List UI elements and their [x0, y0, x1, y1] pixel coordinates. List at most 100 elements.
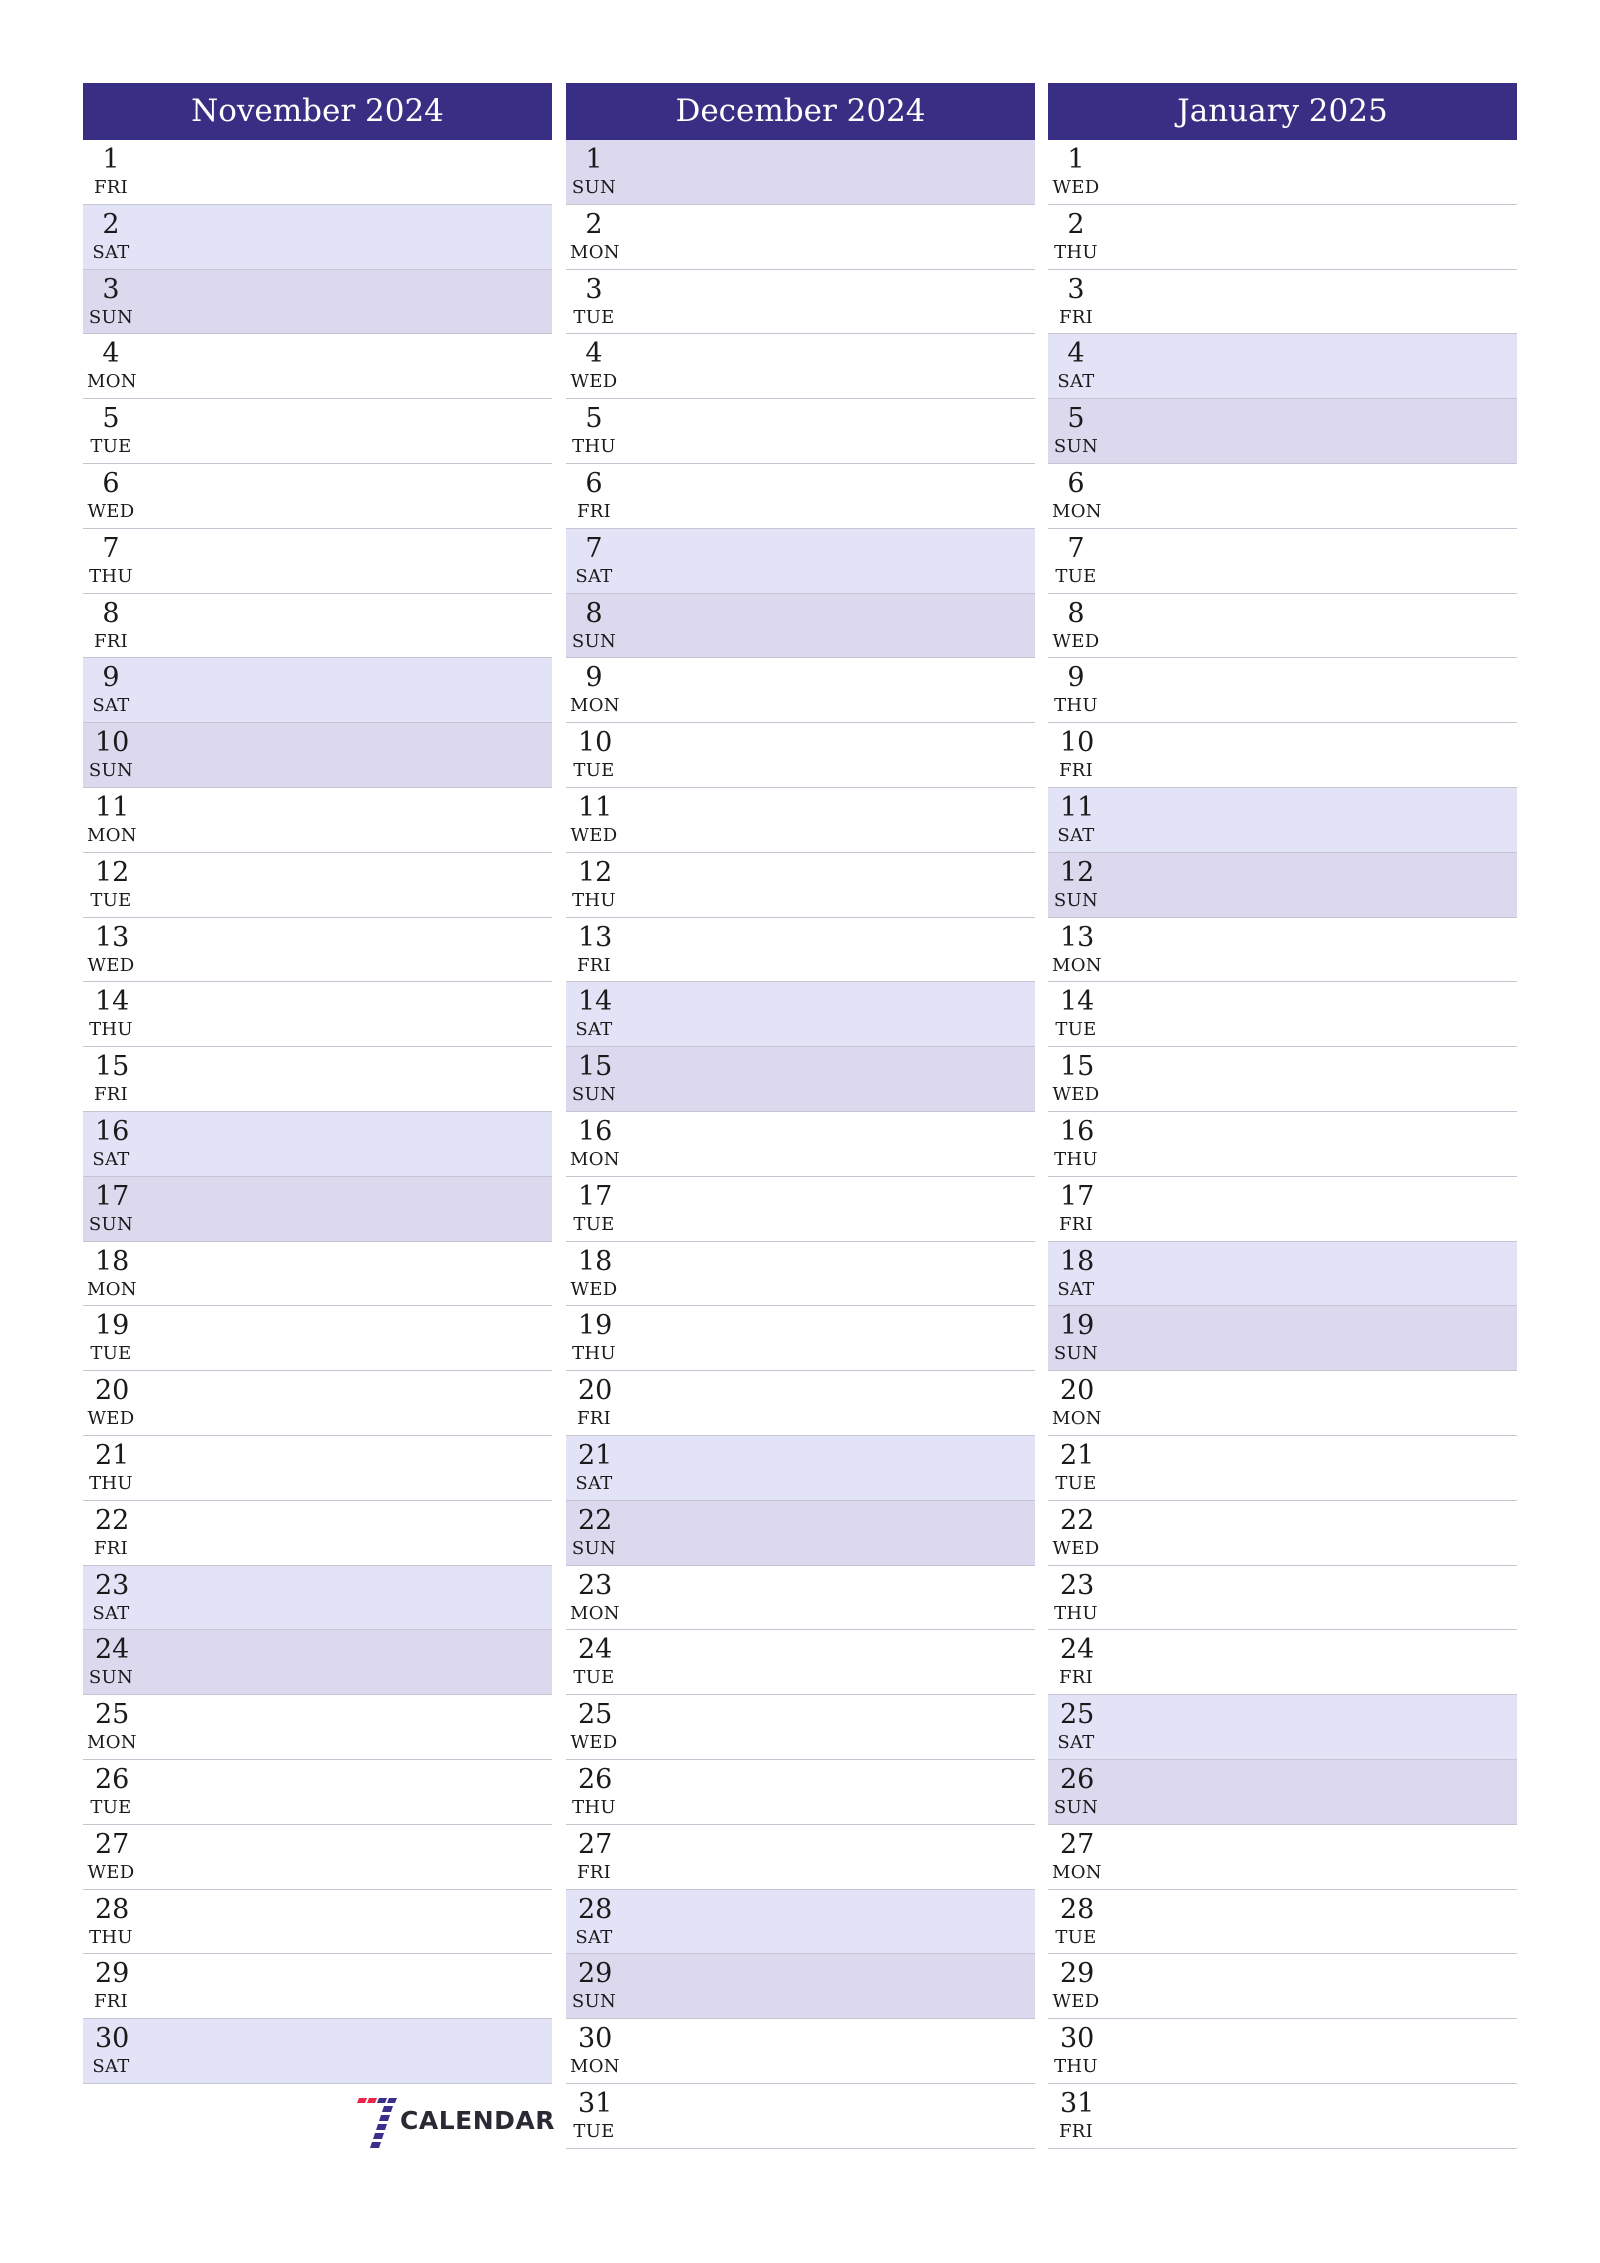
day-row[interactable]: 22 WED — [1048, 1501, 1517, 1566]
day-row[interactable]: 5 SUN — [1048, 399, 1517, 464]
day-row[interactable]: 16 MON — [566, 1112, 1035, 1177]
day-row[interactable]: 4 MON — [83, 334, 552, 400]
day-row[interactable]: 5 THU — [566, 399, 1035, 464]
day-row[interactable]: 8 SUN — [566, 593, 1035, 659]
day-row[interactable]: 11 WED — [566, 788, 1035, 853]
day-row[interactable]: 18 WED — [566, 1242, 1035, 1307]
day-row[interactable]: 25 MON — [83, 1695, 552, 1760]
day-row[interactable]: 2 MON — [566, 205, 1035, 270]
day-row[interactable]: 1 SUN — [566, 140, 1035, 205]
day-row[interactable]: 12 SUN — [1048, 852, 1517, 918]
day-row[interactable]: 18 SAT — [1048, 1241, 1517, 1307]
day-row[interactable]: 13 WED — [83, 918, 552, 983]
day-row[interactable]: 14 SAT — [566, 982, 1035, 1048]
day-row[interactable]: 22 SUN — [566, 1500, 1035, 1566]
day-row[interactable]: 29 FRI — [83, 1954, 552, 2020]
day-number: 13 — [578, 921, 613, 953]
day-row[interactable]: 8 FRI — [83, 594, 552, 659]
day-row[interactable]: 25 SAT — [1048, 1695, 1517, 1760]
day-row[interactable]: 12 THU — [566, 853, 1035, 918]
day-row[interactable]: 29 WED — [1048, 1954, 1517, 2020]
day-row[interactable]: 8 WED — [1048, 594, 1517, 659]
day-row[interactable]: 14 THU — [83, 982, 552, 1048]
day-row[interactable]: 2 THU — [1048, 205, 1517, 270]
day-row[interactable]: 9 MON — [566, 658, 1035, 724]
day-row[interactable]: 24 SUN — [83, 1630, 552, 1696]
day-row[interactable]: 20 FRI — [566, 1371, 1035, 1436]
day-row[interactable]: 22 FRI — [83, 1501, 552, 1566]
day-row[interactable]: 27 FRI — [566, 1825, 1035, 1890]
day-row[interactable]: 9 THU — [1048, 658, 1517, 724]
weekday-label: WED — [1052, 177, 1100, 198]
day-row[interactable]: 24 FRI — [1048, 1630, 1517, 1696]
day-row[interactable]: 3 SUN — [83, 269, 552, 335]
day-row[interactable]: 21 THU — [83, 1436, 552, 1501]
day-row[interactable]: 26 TUE — [83, 1760, 552, 1825]
day-row[interactable]: 18 MON — [83, 1242, 552, 1307]
day-row[interactable]: 6 WED — [83, 464, 552, 529]
day-row[interactable]: 27 WED — [83, 1825, 552, 1890]
day-row[interactable]: 16 THU — [1048, 1112, 1517, 1177]
day-row[interactable]: 30 MON — [566, 2019, 1035, 2084]
day-row[interactable]: 17 TUE — [566, 1177, 1035, 1242]
weekday-label: WED — [1052, 1084, 1100, 1106]
day-row[interactable]: 17 FRI — [1048, 1177, 1517, 1242]
day-number: 15 — [95, 1051, 130, 1083]
day-number: 29 — [578, 1958, 613, 1990]
day-row[interactable]: 26 SUN — [1048, 1759, 1517, 1825]
day-row[interactable]: 19 SUN — [1048, 1306, 1517, 1372]
day-row[interactable]: 11 MON — [83, 788, 552, 853]
day-row[interactable]: 29 SUN — [566, 1954, 1035, 2020]
day-row[interactable]: 6 FRI — [566, 464, 1035, 529]
day-row[interactable]: 20 MON — [1048, 1371, 1517, 1436]
day-row[interactable]: 21 TUE — [1048, 1436, 1517, 1501]
day-row[interactable]: 12 TUE — [83, 853, 552, 918]
day-row[interactable]: 3 TUE — [566, 270, 1035, 335]
day-row[interactable]: 23 THU — [1048, 1566, 1517, 1631]
day-row[interactable]: 9 SAT — [83, 658, 552, 724]
day-row[interactable]: 31 TUE — [566, 2084, 1035, 2149]
weekday-label: THU — [572, 1343, 616, 1365]
day-row[interactable]: 14 TUE — [1048, 982, 1517, 1048]
day-row[interactable]: 19 TUE — [83, 1306, 552, 1372]
day-row[interactable]: 31 FRI — [1048, 2084, 1517, 2149]
day-row[interactable]: 25 WED — [566, 1695, 1035, 1760]
day-row[interactable]: 15 WED — [1048, 1047, 1517, 1112]
day-row[interactable]: 7 SAT — [566, 528, 1035, 594]
day-row[interactable]: 7 THU — [83, 529, 552, 594]
day-row[interactable]: 10 FRI — [1048, 723, 1517, 788]
day-row[interactable]: 28 THU — [83, 1890, 552, 1955]
day-row[interactable]: 11 SAT — [1048, 787, 1517, 853]
day-row[interactable]: 4 WED — [566, 334, 1035, 400]
day-row[interactable]: 10 TUE — [566, 723, 1035, 788]
day-row[interactable]: 19 THU — [566, 1306, 1035, 1372]
day-row[interactable]: 30 SAT — [83, 2019, 552, 2084]
day-row[interactable]: 23 MON — [566, 1566, 1035, 1631]
day-row[interactable]: 27 MON — [1048, 1825, 1517, 1890]
day-row[interactable]: 2 SAT — [83, 204, 552, 270]
weekday-label: TUE — [573, 2120, 615, 2142]
day-row[interactable]: 1 FRI — [83, 140, 552, 205]
day-row[interactable]: 13 FRI — [566, 918, 1035, 983]
day-row[interactable]: 6 MON — [1048, 464, 1517, 529]
day-row[interactable]: 21 SAT — [566, 1435, 1035, 1501]
day-row[interactable]: 28 SAT — [566, 1889, 1035, 1955]
day-row[interactable]: 1 WED — [1048, 140, 1517, 205]
day-row[interactable]: 23 SAT — [83, 1565, 552, 1631]
day-row[interactable]: 26 THU — [566, 1760, 1035, 1825]
day-row[interactable]: 3 FRI — [1048, 270, 1517, 335]
brand-logo[interactable]: CALENDAR — [356, 2096, 554, 2152]
day-row[interactable]: 28 TUE — [1048, 1890, 1517, 1955]
day-row[interactable]: 4 SAT — [1048, 334, 1517, 400]
day-row[interactable]: 15 SUN — [566, 1047, 1035, 1112]
day-row[interactable]: 24 TUE — [566, 1630, 1035, 1696]
day-row[interactable]: 13 MON — [1048, 918, 1517, 983]
day-row[interactable]: 15 FRI — [83, 1047, 552, 1112]
day-row[interactable]: 16 SAT — [83, 1111, 552, 1177]
day-row[interactable]: 30 THU — [1048, 2019, 1517, 2084]
day-row[interactable]: 17 SUN — [83, 1176, 552, 1242]
day-row[interactable]: 20 WED — [83, 1371, 552, 1436]
day-row[interactable]: 10 SUN — [83, 723, 552, 788]
day-row[interactable]: 5 TUE — [83, 399, 552, 464]
day-row[interactable]: 7 TUE — [1048, 529, 1517, 594]
